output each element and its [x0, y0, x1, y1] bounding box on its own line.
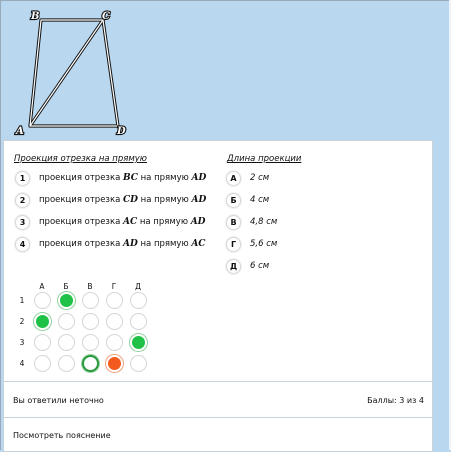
question-row-4: 4 проекция отрезка AD на прямую AC: [15, 236, 206, 252]
grid-row-header: 2: [19, 317, 25, 326]
divider: [4, 381, 432, 382]
answer-letter: Д: [226, 258, 241, 274]
question-row-2: 2 проекция отрезка CD на прямую AD: [15, 192, 207, 208]
grid-option-1-d[interactable]: [130, 292, 147, 309]
answer-value: 6 см: [250, 261, 270, 271]
question-row-1: 1 проекция отрезка BC на прямую AD: [15, 170, 207, 186]
result-status: Вы ответили неточно: [13, 396, 104, 405]
grid-option-2-a-selected-correct[interactable]: [34, 313, 51, 330]
grid-option-4-b[interactable]: [58, 355, 75, 372]
vertex-label-a: A: [15, 126, 24, 137]
grid-option-1-b-selected-correct[interactable]: [58, 292, 75, 309]
grid-col-header: А: [39, 282, 45, 291]
answer-letter: Б: [226, 192, 241, 208]
grid-option-2-v[interactable]: [82, 313, 99, 330]
answer-value: 2 см: [250, 173, 270, 183]
grid-option-3-a[interactable]: [34, 334, 51, 351]
grid-option-1-v[interactable]: [82, 292, 99, 309]
answer-value: 4 см: [250, 195, 270, 205]
grid-option-3-g[interactable]: [106, 334, 123, 351]
trapezoid-figure: B C A D: [14, 10, 127, 138]
grid-option-4-v-correct-answer[interactable]: [82, 355, 99, 372]
grid-option-2-g[interactable]: [106, 313, 123, 330]
answer-row-g: Г 5,6 см: [226, 236, 278, 252]
question-card: Проекция отрезка на прямую Длина проекци…: [3, 140, 433, 452]
grid-option-2-b[interactable]: [58, 313, 75, 330]
answer-row-b: Б 4 см: [226, 192, 270, 208]
answer-value: 5,6 см: [250, 239, 278, 249]
question-row-3: 3 проекция отрезка AC на прямую AD: [15, 214, 206, 230]
show-explanation-link[interactable]: Посмотреть пояснение: [13, 431, 111, 440]
vertex-label-c: C: [102, 11, 110, 22]
grid-option-4-d[interactable]: [130, 355, 147, 372]
question-text: проекция отрезка BC на прямую AD: [39, 173, 207, 183]
answer-letter: А: [226, 170, 241, 186]
grid-option-3-d-selected-correct[interactable]: [130, 334, 147, 351]
grid-col-header: В: [87, 282, 93, 291]
grid-row-header: 1: [19, 296, 25, 305]
question-text: проекция отрезка AD на прямую AC: [39, 239, 206, 249]
answer-letter: В: [226, 214, 241, 230]
grid-option-2-d[interactable]: [130, 313, 147, 330]
right-column-header: Длина проекции: [227, 154, 302, 164]
score-label: Баллы: 3 из 4: [367, 396, 424, 405]
question-number: 3: [15, 214, 30, 230]
left-column-header: Проекция отрезка на прямую: [14, 154, 147, 164]
grid-option-1-g[interactable]: [106, 292, 123, 309]
grid-option-1-a[interactable]: [34, 292, 51, 309]
grid-row-header: 3: [19, 338, 25, 347]
question-number: 2: [15, 192, 30, 208]
grid-col-header: Д: [135, 282, 141, 291]
answer-row-d: Д 6 см: [226, 258, 270, 274]
vertex-label-d: D: [116, 126, 126, 137]
answer-row-v: В 4,8 см: [226, 214, 278, 230]
grid-row-header: 4: [19, 359, 25, 368]
vertex-label-b: B: [30, 11, 39, 22]
answer-letter: Г: [226, 236, 241, 252]
question-text: проекция отрезка CD на прямую AD: [39, 195, 207, 205]
grid-col-header: Г: [111, 282, 117, 291]
grid-option-3-v[interactable]: [82, 334, 99, 351]
question-number: 1: [15, 170, 30, 186]
grid-col-header: Б: [63, 282, 69, 291]
divider: [4, 417, 432, 418]
grid-option-4-g-selected-wrong[interactable]: [106, 355, 123, 372]
grid-option-3-b[interactable]: [58, 334, 75, 351]
answer-value: 4,8 см: [250, 217, 278, 227]
question-text: проекция отрезка AC на прямую AD: [39, 217, 206, 227]
question-number: 4: [15, 236, 30, 252]
grid-option-4-a[interactable]: [34, 355, 51, 372]
answer-row-a: А 2 см: [226, 170, 270, 186]
